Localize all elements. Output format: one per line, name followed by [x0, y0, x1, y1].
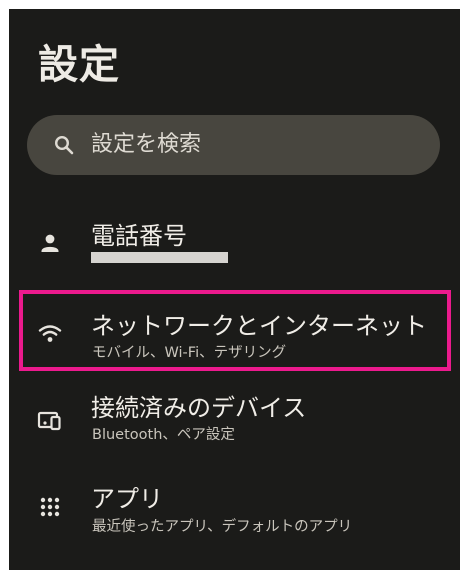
- settings-item-connected-devices[interactable]: 接続済みのデバイス Bluetooth、ペア設定: [9, 379, 460, 459]
- settings-item-subtitle: Bluetooth、ペア設定: [92, 427, 235, 443]
- redacted-phone-number: [91, 252, 228, 263]
- highlight-box: [19, 290, 451, 371]
- search-placeholder: 設定を検索: [91, 132, 202, 157]
- search-icon: [54, 135, 74, 155]
- devices-icon: [37, 411, 61, 431]
- search-bar[interactable]: 設定を検索: [27, 115, 440, 175]
- person-icon: [41, 234, 59, 252]
- settings-item-apps[interactable]: アプリ 最近使ったアプリ、デフォルトのアプリ: [9, 467, 460, 547]
- settings-item-title: 接続済みのデバイス: [91, 394, 307, 422]
- apps-grid-icon: [40, 497, 60, 517]
- settings-item-title: 電話番号: [91, 222, 187, 250]
- settings-item-phone-number[interactable]: 電話番号: [9, 205, 460, 285]
- settings-screen: 設定 設定を検索 電話番号 ネットワークとインターネット モバイル、Wi-Fi、…: [9, 9, 460, 570]
- page-title: 設定: [38, 42, 120, 88]
- settings-item-subtitle: 最近使ったアプリ、デフォルトのアプリ: [92, 519, 353, 535]
- settings-item-title: アプリ: [91, 485, 163, 513]
